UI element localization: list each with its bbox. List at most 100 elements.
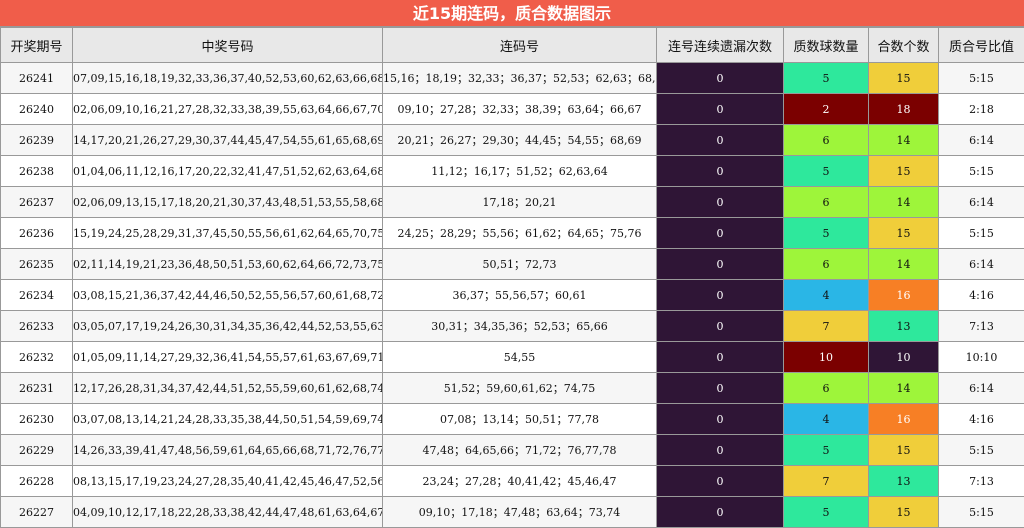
cell-miss-count: 0 <box>657 404 784 435</box>
cell-prime-count: 6 <box>784 125 869 156</box>
cell-period: 26236 <box>1 218 73 249</box>
cell-consecutive: 36,37；55,56,57；60,61 <box>383 280 657 311</box>
cell-period: 26227 <box>1 497 73 528</box>
cell-ratio: 5:15 <box>939 156 1024 187</box>
page-title: 近15期连码，质合数据图示 <box>0 0 1024 27</box>
table-row: 2624107,09,15,16,18,19,32,33,36,37,40,52… <box>1 63 1024 94</box>
cell-ratio: 5:15 <box>939 497 1024 528</box>
cell-period: 26231 <box>1 373 73 404</box>
cell-miss-count: 0 <box>657 466 784 497</box>
cell-composite-count: 18 <box>869 94 939 125</box>
cell-period: 26240 <box>1 94 73 125</box>
cell-composite-count: 15 <box>869 218 939 249</box>
cell-ratio: 6:14 <box>939 373 1024 404</box>
cell-prime-count: 5 <box>784 63 869 94</box>
cell-ratio: 6:14 <box>939 249 1024 280</box>
cell-period: 26232 <box>1 342 73 373</box>
cell-composite-count: 14 <box>869 125 939 156</box>
cell-ratio: 7:13 <box>939 311 1024 342</box>
cell-ratio: 5:15 <box>939 63 1024 94</box>
cell-prime-count: 6 <box>784 249 869 280</box>
cell-numbers: 03,05,07,17,19,24,26,30,31,34,35,36,42,4… <box>73 311 383 342</box>
table-row: 2623914,17,20,21,26,27,29,30,37,44,45,47… <box>1 125 1024 156</box>
cell-consecutive: 15,16；18,19；32,33；36,37；52,53；62,63；68,6… <box>383 63 657 94</box>
lottery-table: 开奖期号 中奖号码 连码号 连号连续遗漏次数 质数球数量 合数个数 质合号比值 … <box>0 27 1024 528</box>
cell-numbers: 08,13,15,17,19,23,24,27,28,35,40,41,42,4… <box>73 466 383 497</box>
cell-miss-count: 0 <box>657 218 784 249</box>
cell-period: 26237 <box>1 187 73 218</box>
table-row: 2623801,04,06,11,12,16,17,20,22,32,41,47… <box>1 156 1024 187</box>
cell-numbers: 02,11,14,19,21,23,36,48,50,51,53,60,62,6… <box>73 249 383 280</box>
cell-numbers: 01,05,09,11,14,27,29,32,36,41,54,55,57,6… <box>73 342 383 373</box>
cell-prime-count: 5 <box>784 435 869 466</box>
cell-composite-count: 14 <box>869 373 939 404</box>
cell-miss-count: 0 <box>657 497 784 528</box>
cell-consecutive: 23,24；27,28；40,41,42；45,46,47 <box>383 466 657 497</box>
cell-ratio: 7:13 <box>939 466 1024 497</box>
table-row: 2622808,13,15,17,19,23,24,27,28,35,40,41… <box>1 466 1024 497</box>
cell-consecutive: 07,08；13,14；50,51；77,78 <box>383 404 657 435</box>
cell-consecutive: 47,48；64,65,66；71,72；76,77,78 <box>383 435 657 466</box>
cell-numbers: 02,06,09,13,15,17,18,20,21,30,37,43,48,5… <box>73 187 383 218</box>
cell-miss-count: 0 <box>657 435 784 466</box>
cell-numbers: 12,17,26,28,31,34,37,42,44,51,52,55,59,6… <box>73 373 383 404</box>
cell-consecutive: 24,25；28,29；55,56；61,62；64,65；75,76 <box>383 218 657 249</box>
cell-consecutive: 30,31；34,35,36；52,53；65,66 <box>383 311 657 342</box>
cell-ratio: 2:18 <box>939 94 1024 125</box>
cell-period: 26235 <box>1 249 73 280</box>
cell-period: 26230 <box>1 404 73 435</box>
cell-composite-count: 14 <box>869 187 939 218</box>
cell-period: 26234 <box>1 280 73 311</box>
cell-composite-count: 13 <box>869 466 939 497</box>
cell-consecutive: 54,55 <box>383 342 657 373</box>
table-row: 2624002,06,09,10,16,21,27,28,32,33,38,39… <box>1 94 1024 125</box>
cell-prime-count: 7 <box>784 466 869 497</box>
cell-miss-count: 0 <box>657 342 784 373</box>
table-row: 2623003,07,08,13,14,21,24,28,33,35,38,44… <box>1 404 1024 435</box>
cell-prime-count: 6 <box>784 187 869 218</box>
cell-composite-count: 14 <box>869 249 939 280</box>
cell-miss-count: 0 <box>657 63 784 94</box>
cell-consecutive: 17,18；20,21 <box>383 187 657 218</box>
table-row: 2623615,19,24,25,28,29,31,37,45,50,55,56… <box>1 218 1024 249</box>
header-ratio: 质合号比值 <box>939 28 1024 63</box>
table-row: 2622914,26,33,39,41,47,48,56,59,61,64,65… <box>1 435 1024 466</box>
cell-prime-count: 4 <box>784 280 869 311</box>
cell-ratio: 10:10 <box>939 342 1024 373</box>
cell-prime-count: 10 <box>784 342 869 373</box>
cell-composite-count: 16 <box>869 280 939 311</box>
cell-consecutive: 09,10；27,28；32,33；38,39；63,64；66,67 <box>383 94 657 125</box>
table-row: 2623303,05,07,17,19,24,26,30,31,34,35,36… <box>1 311 1024 342</box>
header-composite-count: 合数个数 <box>869 28 939 63</box>
cell-numbers: 14,26,33,39,41,47,48,56,59,61,64,65,66,6… <box>73 435 383 466</box>
cell-numbers: 15,19,24,25,28,29,31,37,45,50,55,56,61,6… <box>73 218 383 249</box>
cell-composite-count: 15 <box>869 63 939 94</box>
cell-miss-count: 0 <box>657 280 784 311</box>
cell-numbers: 07,09,15,16,18,19,32,33,36,37,40,52,53,6… <box>73 63 383 94</box>
cell-ratio: 6:14 <box>939 125 1024 156</box>
cell-numbers: 01,04,06,11,12,16,17,20,22,32,41,47,51,5… <box>73 156 383 187</box>
cell-miss-count: 0 <box>657 373 784 404</box>
cell-prime-count: 5 <box>784 497 869 528</box>
cell-miss-count: 0 <box>657 187 784 218</box>
cell-numbers: 03,07,08,13,14,21,24,28,33,35,38,44,50,5… <box>73 404 383 435</box>
cell-period: 26233 <box>1 311 73 342</box>
cell-consecutive: 51,52；59,60,61,62；74,75 <box>383 373 657 404</box>
table-row: 2623201,05,09,11,14,27,29,32,36,41,54,55… <box>1 342 1024 373</box>
header-numbers: 中奖号码 <box>73 28 383 63</box>
cell-miss-count: 0 <box>657 311 784 342</box>
cell-composite-count: 16 <box>869 404 939 435</box>
cell-numbers: 03,08,15,21,36,37,42,44,46,50,52,55,56,5… <box>73 280 383 311</box>
cell-ratio: 4:16 <box>939 404 1024 435</box>
cell-miss-count: 0 <box>657 94 784 125</box>
header-miss-count: 连号连续遗漏次数 <box>657 28 784 63</box>
table-row: 2622704,09,10,12,17,18,22,28,33,38,42,44… <box>1 497 1024 528</box>
cell-composite-count: 13 <box>869 311 939 342</box>
cell-composite-count: 15 <box>869 156 939 187</box>
cell-prime-count: 2 <box>784 94 869 125</box>
cell-ratio: 5:15 <box>939 435 1024 466</box>
cell-consecutive: 11,12；16,17；51,52；62,63,64 <box>383 156 657 187</box>
cell-prime-count: 6 <box>784 373 869 404</box>
table-row: 2623112,17,26,28,31,34,37,42,44,51,52,55… <box>1 373 1024 404</box>
cell-ratio: 6:14 <box>939 187 1024 218</box>
